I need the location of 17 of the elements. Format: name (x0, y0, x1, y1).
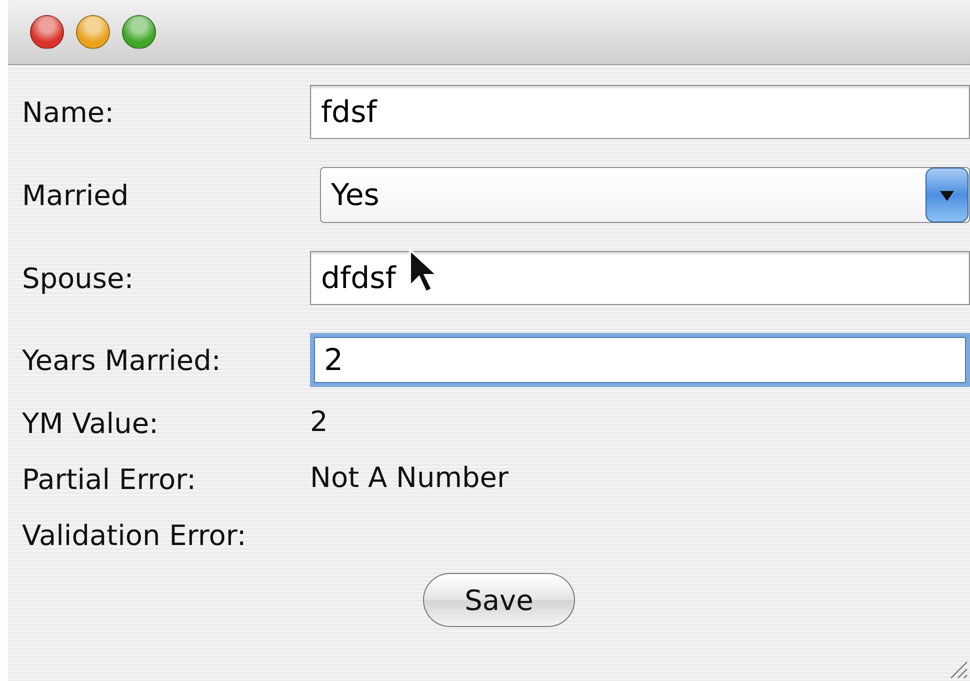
readout-label: Validation Error: (22, 518, 248, 552)
save-button[interactable]: Save (423, 573, 575, 627)
text-field[interactable]: 2 (310, 333, 970, 387)
field-label: Years Married: (22, 344, 222, 376)
field-label: Married (22, 178, 130, 212)
readout-value: 2 (310, 405, 329, 440)
minimize-window-button[interactable] (76, 15, 110, 49)
readout-label: Partial Error: (22, 462, 198, 496)
readout-value: Not A Number (310, 461, 510, 496)
close-window-button[interactable] (30, 15, 64, 49)
married-dropdown[interactable]: Yes (320, 167, 970, 223)
text-field[interactable]: dfdsf (310, 251, 970, 305)
field-label: Spouse: (22, 262, 135, 294)
field-label: Name: (22, 96, 116, 128)
text-field[interactable]: fdsf (310, 85, 970, 139)
readout-label: YM Value: (22, 406, 160, 440)
zoom-window-button[interactable] (122, 15, 156, 49)
